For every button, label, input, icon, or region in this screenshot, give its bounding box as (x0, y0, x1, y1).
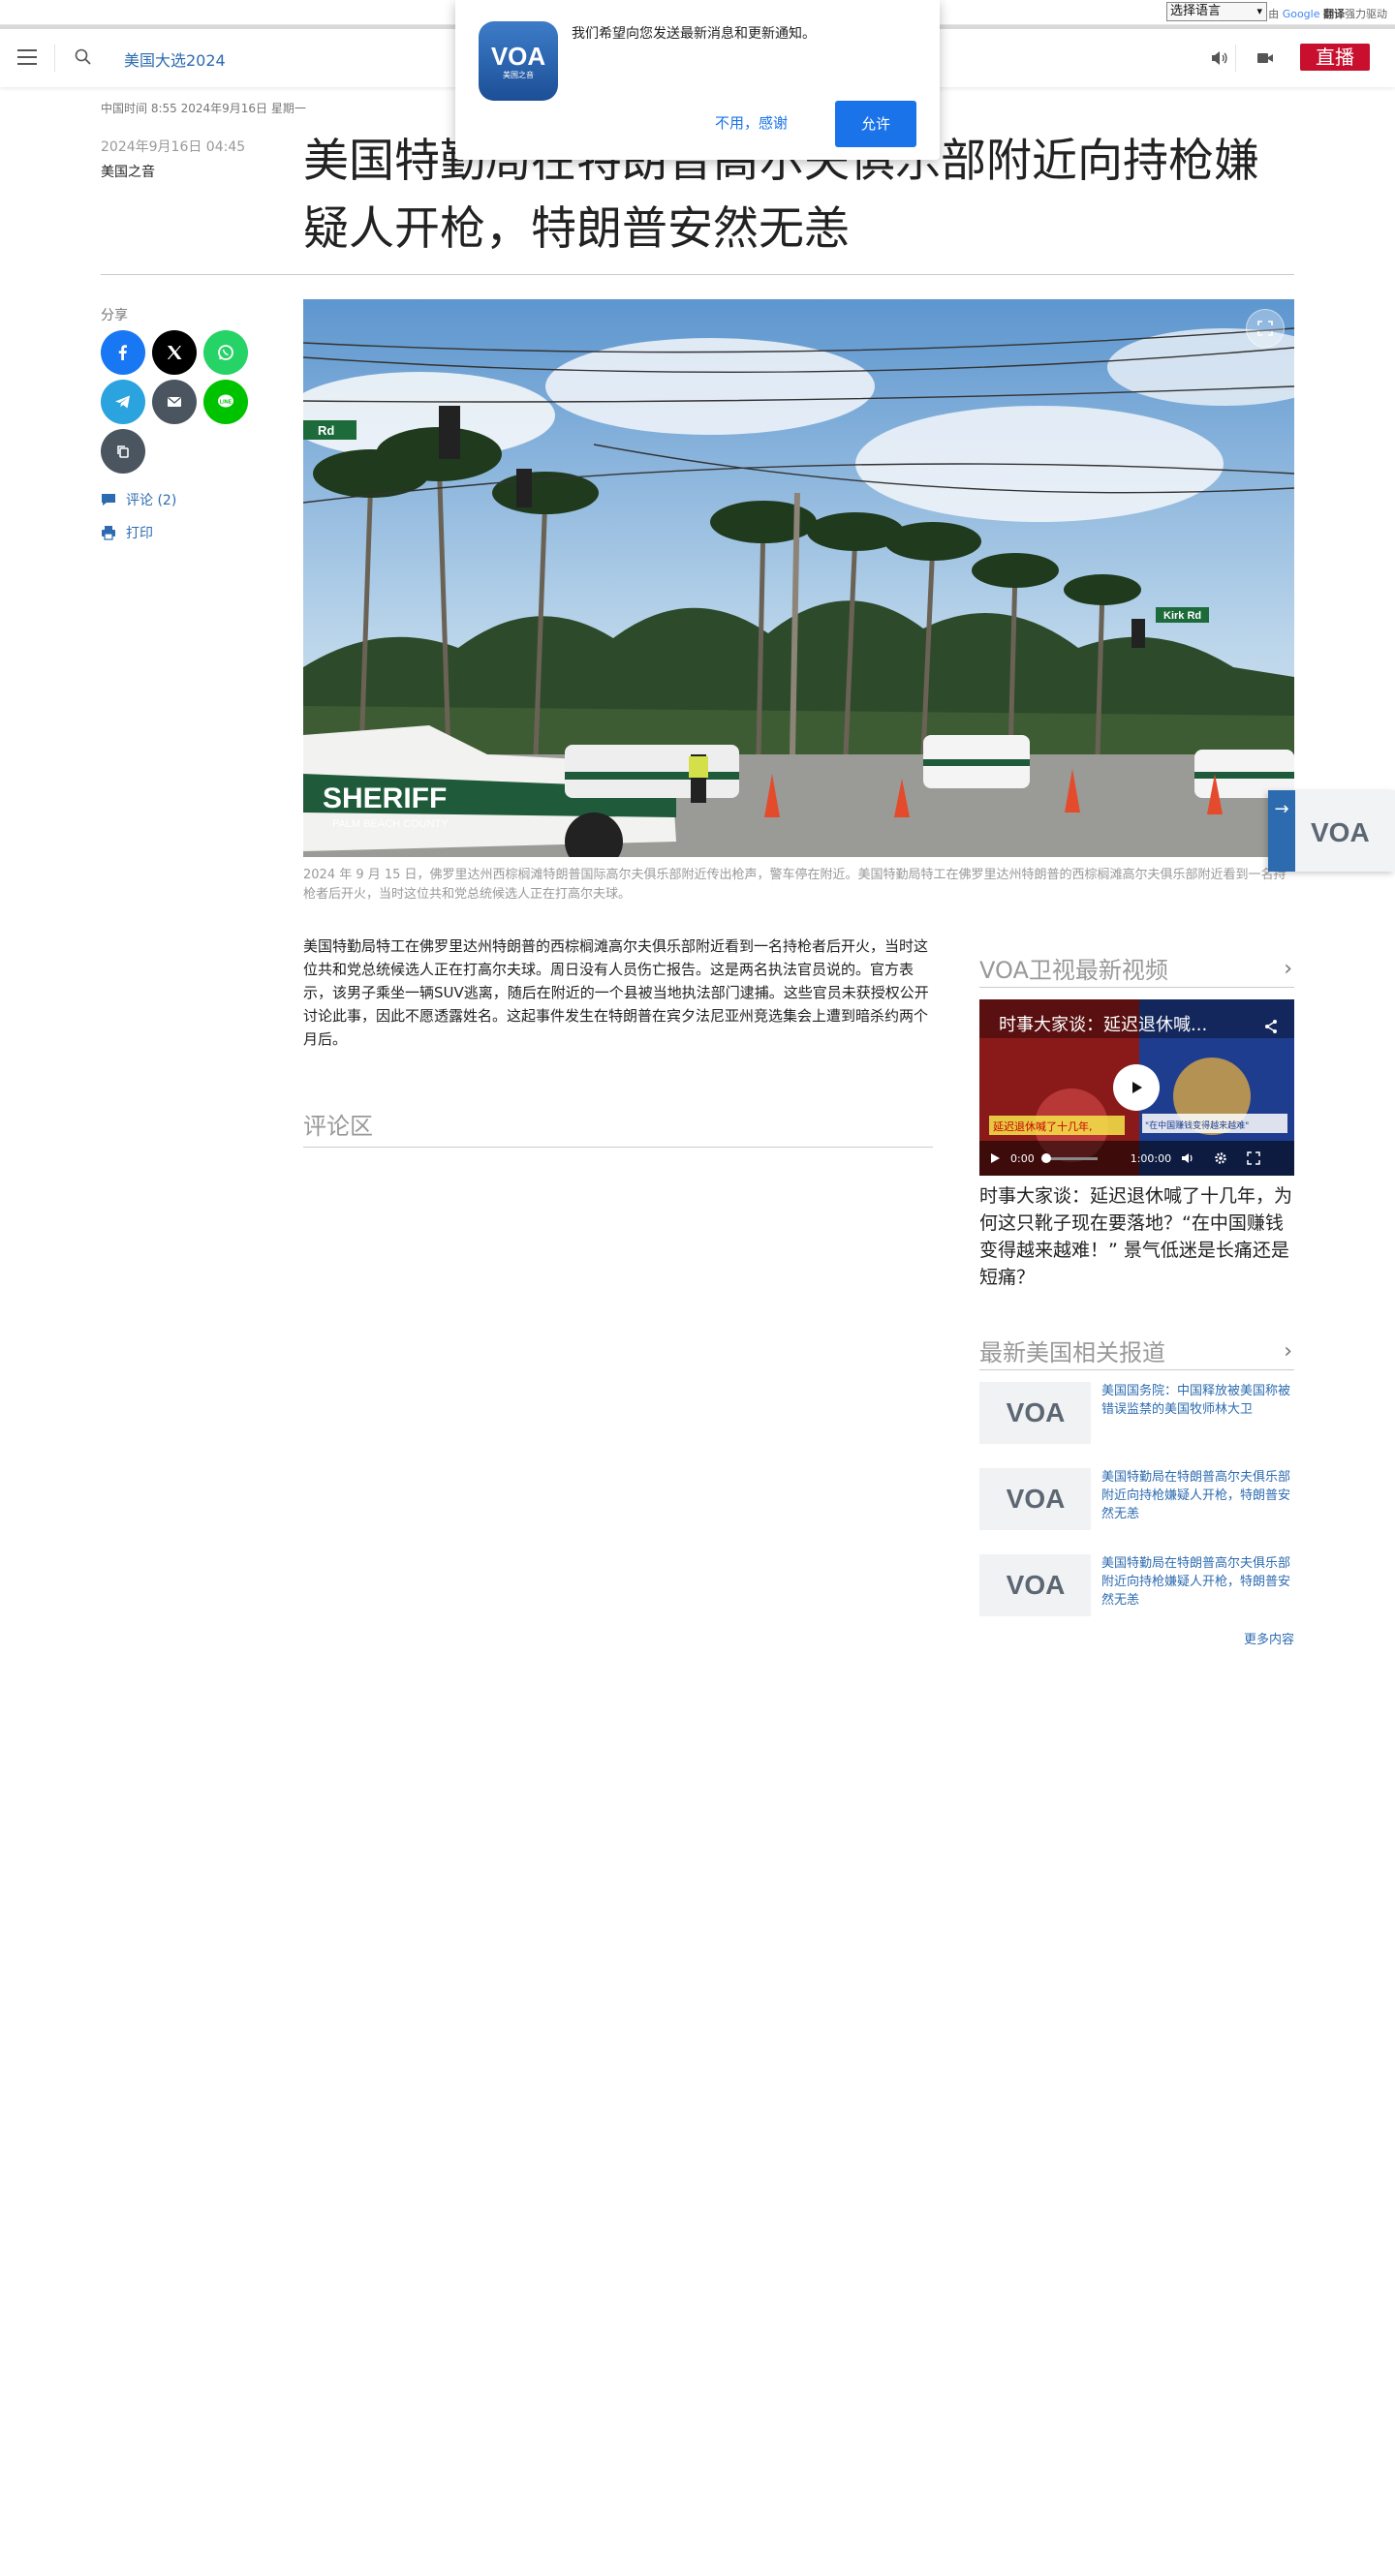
notification-permission-dialog: VOA 美国之音 我们希望向您发送最新消息和更新通知。 不用，感谢 允许 (455, 0, 940, 160)
sheriff-car-text: SHERIFF (323, 782, 447, 814)
svg-text:LINE: LINE (220, 400, 232, 406)
news-list-item[interactable]: VOA 美国特勤局在特朗普高尔夫俱乐部附近向持枪嫌疑人开枪，特朗普安然无恙 (979, 1554, 1294, 1618)
chevron-right-icon: › (1284, 957, 1292, 981)
powered-tail: 强力驱动 (1345, 8, 1387, 20)
email-share-button[interactable] (152, 380, 197, 424)
video-overlay-title: 时事大家谈：延迟退休喊... (999, 1015, 1207, 1035)
news-list-item[interactable]: VOA 美国特勤局在特朗普高尔夫俱乐部附近向持枪嫌疑人开枪，特朗普安然无恙 (979, 1468, 1294, 1532)
facebook-icon (118, 345, 127, 360)
line-app-icon: LINE (218, 394, 233, 408)
video-section-title-text: VOA卫视最新视频 (979, 957, 1168, 984)
news-section-title-text: 最新美国相关报道 (979, 1339, 1165, 1366)
line-share-button[interactable]: LINE (203, 380, 248, 424)
copy-link-button[interactable] (101, 429, 145, 474)
voa-logo-thumbnail: VOA (979, 1382, 1091, 1444)
author-name: 美国之音 (101, 165, 155, 180)
hamburger-menu-icon[interactable] (17, 49, 37, 65)
settings-gear-icon[interactable] (1214, 1151, 1227, 1165)
news-list-item[interactable]: VOA 美国国务院：中国释放被美国称被错误监禁的美国牧师林大卫 (979, 1382, 1294, 1446)
news-item-title: 美国特勤局在特朗普高尔夫俱乐部附近向持枪嫌疑人开枪，特朗普安然无恙 (1101, 1556, 1291, 1608)
comments-link-label: 评论 (2) (126, 493, 177, 508)
facebook-share-button[interactable] (101, 330, 145, 375)
whatsapp-icon (218, 345, 233, 360)
video-section-title[interactable]: VOA卫视最新视频 › (979, 951, 1294, 988)
share-label: 分享 (101, 308, 128, 323)
powered-prefix: 由 (1268, 8, 1280, 20)
voa-logo-text: VOA (1311, 817, 1370, 847)
floating-live-widget[interactable]: → VOA (1268, 790, 1395, 872)
more-content-link[interactable]: 更多内容 (1244, 1629, 1294, 1647)
svg-text:VOA: VOA (1006, 1397, 1065, 1427)
language-select[interactable]: 选择语言 (1166, 2, 1267, 21)
image-caption: 2024 年 9 月 15 日，佛罗里达州西棕榈滩特朗普国际高尔夫俱乐部附近传出… (303, 868, 1286, 902)
search-icon[interactable] (74, 47, 93, 67)
header-divider (1235, 45, 1236, 72)
video-camera-icon[interactable] (1256, 48, 1275, 68)
envelope-icon (168, 396, 181, 407)
copy-icon (117, 445, 129, 458)
printer-icon (102, 526, 115, 540)
translate-attribution: 由 Google 翻译强力驱动 (1268, 6, 1387, 21)
deny-notifications-button[interactable]: 不用，感谢 (715, 112, 788, 133)
comments-link[interactable]: 评论 (2) (101, 490, 176, 509)
voa-logo: VOA (1311, 817, 1370, 848)
voa-logo-text: VOA (490, 41, 546, 71)
voa-logo-thumbnail: VOA (979, 1554, 1091, 1616)
hero-photo-illustration: Rd Kirk Rd SHERIFF PALM BEACH COUNTY (303, 299, 1294, 857)
audio-speaker-icon[interactable] (1209, 48, 1228, 68)
svg-text:VOA: VOA (1006, 1484, 1065, 1514)
x-share-button[interactable] (152, 330, 197, 375)
progress-slider[interactable] (1040, 1152, 1098, 1163)
headline-divider (101, 274, 1294, 275)
arrow-right-icon[interactable]: → (1268, 790, 1295, 872)
x-twitter-icon (167, 346, 182, 359)
voa-logo-subtext: 美国之音 (503, 70, 534, 79)
google-logo-text: Google (1282, 8, 1320, 20)
fullscreen-icon[interactable] (1247, 1151, 1260, 1165)
sheriff-county-text: PALM BEACH COUNTY (332, 818, 449, 830)
current-time: 0:00 (1010, 1151, 1035, 1165)
comments-section-title: 评论区 (303, 1107, 933, 1148)
local-timestamp: 中国时间 8:55 2024年9月16日 星期一 (101, 102, 306, 115)
volume-icon[interactable] (1181, 1151, 1194, 1165)
voa-logo-thumbnail: VOA (979, 1468, 1091, 1530)
news-item-title: 美国国务院：中国释放被美国称被错误监禁的美国牧师林大卫 (1101, 1384, 1291, 1417)
voa-app-logo: VOA 美国之音 (479, 21, 558, 101)
thumb-text-right: "在中国赚钱变得越来越难" (1145, 1119, 1249, 1131)
telegram-icon (115, 395, 130, 409)
video-controls: 0:00 1:00:00 (979, 1141, 1294, 1176)
comment-bubble-icon (102, 494, 115, 506)
notification-message: 我们希望向您发送最新消息和更新通知。 (572, 26, 816, 42)
print-link-label: 打印 (126, 526, 153, 541)
play-button-icon[interactable] (1113, 1064, 1160, 1111)
total-time: 1:00:00 (1130, 1151, 1172, 1165)
svg-text:VOA: VOA (1006, 1570, 1065, 1600)
publish-date: 2024年9月16日 04:45 (101, 139, 246, 155)
article-body: 美国特勤局特工在佛罗里达州特朗普的西棕榈滩高尔夫俱乐部附近看到一名持枪者后开火，… (303, 937, 929, 1048)
video-caption-link[interactable]: 时事大家谈：延迟退休喊了十几年，为何这只靴子现在要落地？“在中国赚钱变得越来越难… (979, 1182, 1294, 1291)
section-link-election-2024[interactable]: 美国大选2024 (124, 47, 226, 71)
news-item-title: 美国特勤局在特朗普高尔夫俱乐部附近向持枪嫌疑人开枪，特朗普安然无恙 (1101, 1470, 1291, 1521)
small-play-icon[interactable] (989, 1152, 1001, 1164)
live-button[interactable]: 直播 (1300, 44, 1370, 71)
whatsapp-share-button[interactable] (203, 330, 248, 375)
street-sign-text: Kirk Rd (1163, 610, 1201, 622)
fullscreen-expand-icon[interactable] (1246, 309, 1285, 348)
share-video-icon[interactable] (1263, 1019, 1279, 1038)
news-section-title[interactable]: 最新美国相关报道 › (979, 1334, 1294, 1370)
print-link[interactable]: 打印 (101, 523, 153, 542)
header-divider (54, 45, 55, 72)
telegram-share-button[interactable] (101, 380, 145, 424)
video-player[interactable]: 延迟退休喊了十几年, "在中国赚钱变得越来越难" 时事大家谈：延迟退休喊... … (979, 999, 1294, 1176)
allow-notifications-button[interactable]: 允许 (835, 101, 916, 147)
language-select-label: 选择语言 (1170, 4, 1222, 18)
street-sign-text: Rd (318, 423, 334, 438)
article-hero-image[interactable]: Rd Kirk Rd SHERIFF PALM BEACH COUNTY (303, 299, 1294, 857)
powered-suffix: 翻译 (1323, 8, 1345, 20)
thumb-text-left: 延迟退休喊了十几年, (993, 1119, 1093, 1133)
chevron-right-icon: › (1284, 1339, 1292, 1364)
